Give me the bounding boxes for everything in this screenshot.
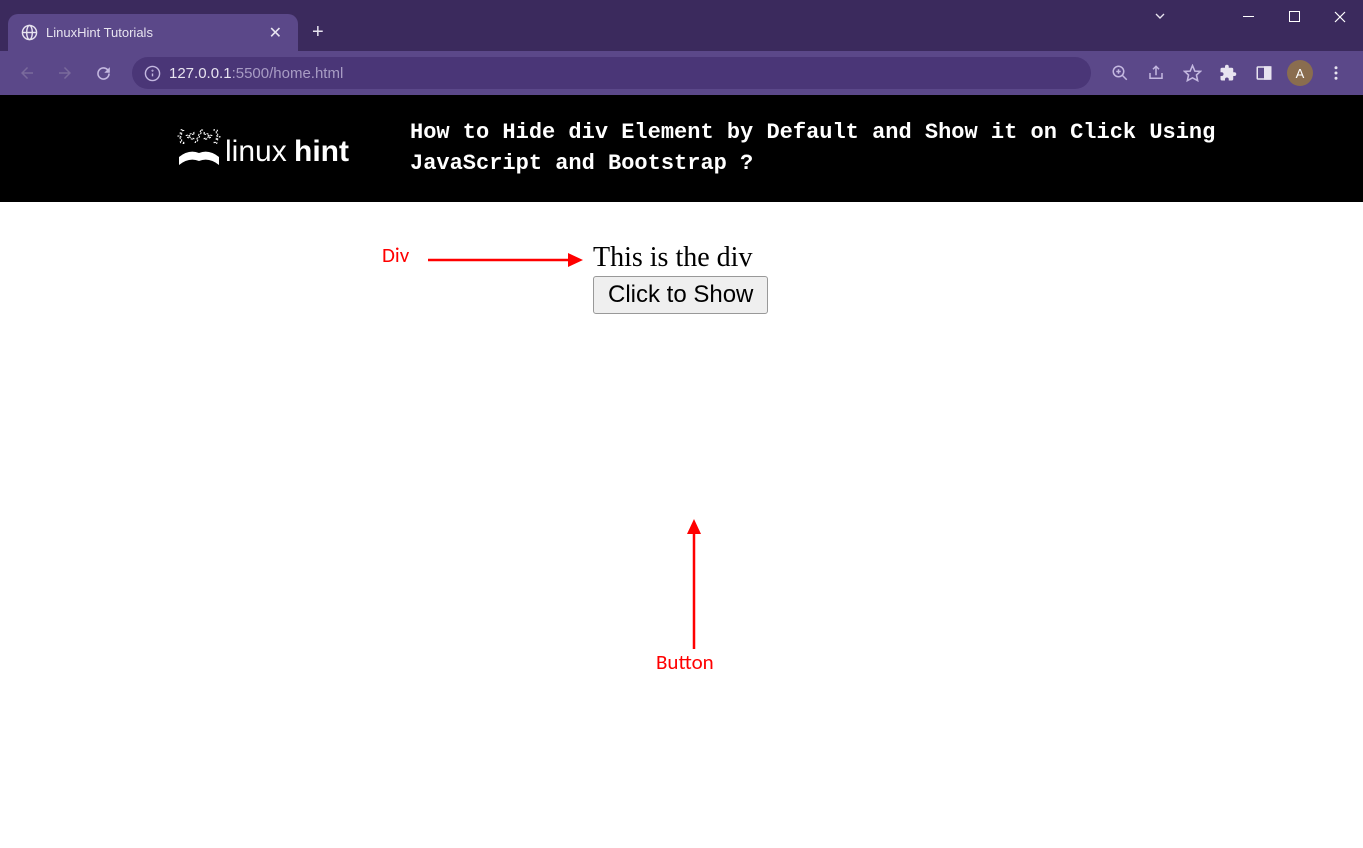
toolbar-right: A [1103, 56, 1353, 90]
menu-icon[interactable] [1319, 56, 1353, 90]
address-bar[interactable]: 127.0.0.1:5500/home.html [132, 57, 1091, 89]
avatar: A [1287, 60, 1313, 86]
url-port: :5500 [232, 65, 270, 82]
info-icon[interactable] [144, 65, 161, 82]
svg-text:linux: linux [225, 135, 287, 168]
page-content: This is the div Click to Show Div Button [0, 202, 1363, 848]
url-path: /home.html [269, 65, 343, 82]
annotation-button-label: Button [656, 649, 714, 675]
close-window-button[interactable] [1317, 0, 1363, 33]
browser-titlebar: LinuxHint Tutorials ✕ + [0, 0, 1363, 51]
url-host: 127.0.0.1 [169, 65, 232, 82]
window-controls [1225, 0, 1363, 33]
forward-button[interactable] [48, 56, 82, 90]
annotation-div-label: Div [382, 242, 409, 268]
reload-button[interactable] [86, 56, 120, 90]
svg-text:{</>}: {</>} [176, 127, 221, 145]
svg-text:hint: hint [294, 135, 349, 168]
share-icon[interactable] [1139, 56, 1173, 90]
browser-tab[interactable]: LinuxHint Tutorials ✕ [8, 14, 298, 51]
minimize-button[interactable] [1225, 0, 1271, 33]
show-button[interactable]: Click to Show [593, 276, 768, 314]
profile-avatar[interactable]: A [1283, 56, 1317, 90]
extensions-icon[interactable] [1211, 56, 1245, 90]
tab-dropdown-icon[interactable] [1152, 8, 1168, 27]
zoom-icon[interactable] [1103, 56, 1137, 90]
page-title: How to Hide div Element by Default and S… [410, 118, 1240, 180]
side-panel-icon[interactable] [1247, 56, 1281, 90]
globe-icon [20, 24, 38, 42]
page-header: {</>} linux hint How to Hide div Element… [0, 95, 1363, 202]
close-tab-icon[interactable]: ✕ [265, 23, 286, 43]
tab-title: LinuxHint Tutorials [46, 25, 265, 40]
browser-toolbar: 127.0.0.1:5500/home.html A [0, 51, 1363, 95]
new-tab-button[interactable]: + [298, 14, 338, 51]
bookmark-star-icon[interactable] [1175, 56, 1209, 90]
avatar-letter: A [1296, 66, 1305, 81]
back-button[interactable] [10, 56, 44, 90]
maximize-button[interactable] [1271, 0, 1317, 33]
linuxhint-logo: {</>} linux hint [175, 119, 375, 179]
demo-div: This is the div [593, 242, 768, 274]
arrow-div-icon [428, 251, 583, 269]
content-area: This is the div Click to Show [593, 242, 768, 314]
arrow-button-icon [685, 519, 703, 649]
